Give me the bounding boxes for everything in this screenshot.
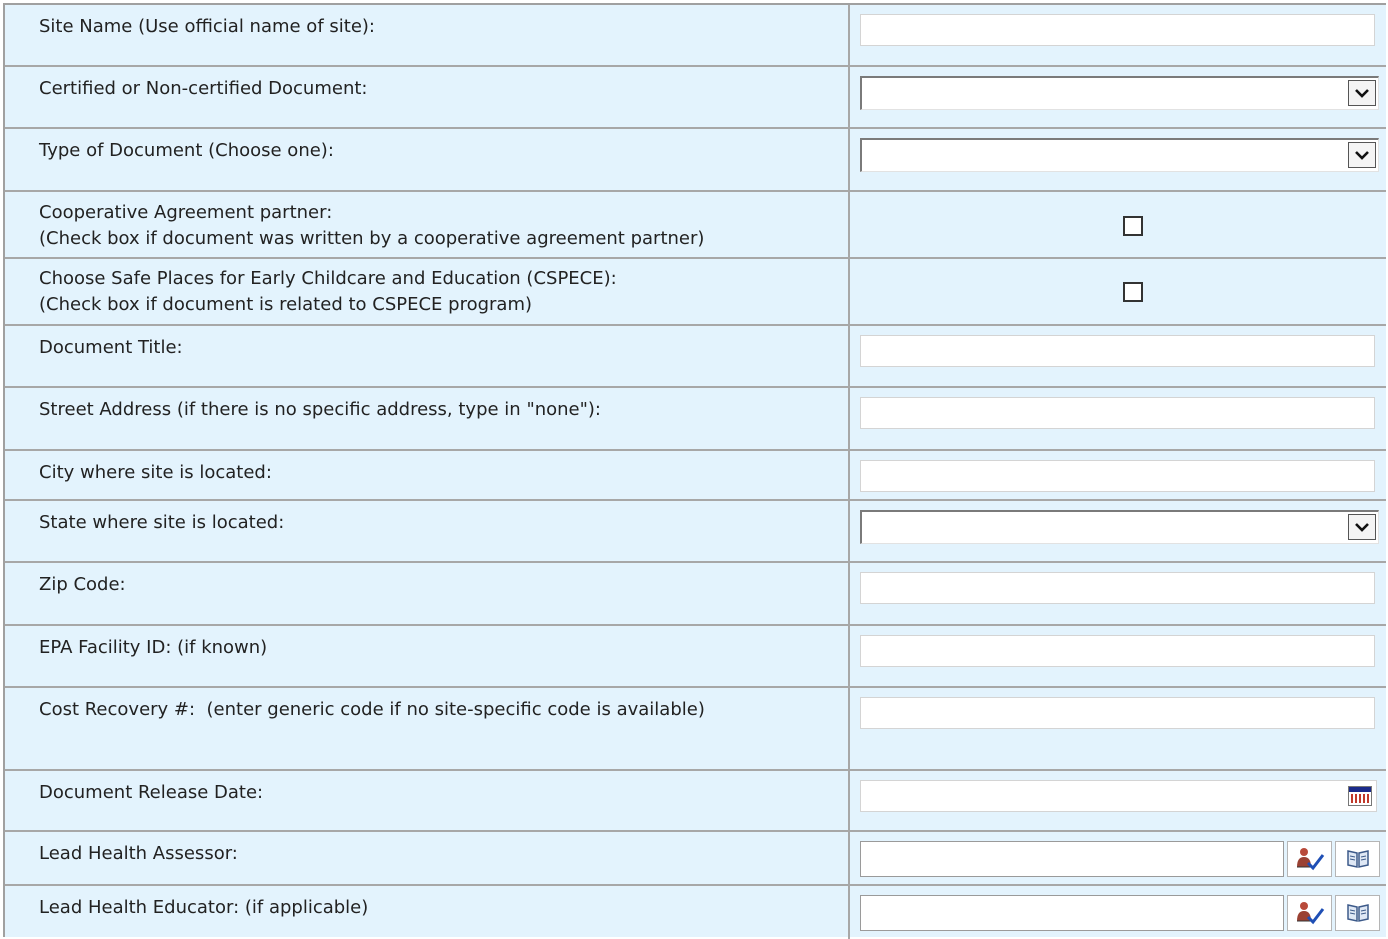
state-label: State where site is located: <box>5 501 850 561</box>
row-coop-partner: Cooperative Agreement partner: (Check bo… <box>5 192 1386 259</box>
row-cost-recovery: Cost Recovery #: (enter generic code if … <box>5 688 1386 771</box>
doc-type-select[interactable] <box>860 138 1379 172</box>
city-label: City where site is located: <box>5 451 850 499</box>
cost-recovery-input[interactable] <box>860 697 1375 729</box>
check-names-icon[interactable] <box>1287 895 1332 931</box>
chevron-down-icon[interactable] <box>1348 514 1376 540</box>
row-certified: Certified or Non-certified Document: <box>5 67 1386 129</box>
cost-recovery-label: Cost Recovery #: (enter generic code if … <box>5 688 850 769</box>
site-name-label: Site Name (Use official name of site): <box>5 5 850 65</box>
site-name-input[interactable] <box>860 14 1375 46</box>
street-input[interactable] <box>860 397 1375 429</box>
row-educator: Lead Health Educator: (if applicable) <box>5 886 1386 939</box>
state-select[interactable] <box>860 510 1379 544</box>
coop-partner-label: Cooperative Agreement partner: (Check bo… <box>5 192 850 257</box>
row-zip: Zip Code: <box>5 563 1386 626</box>
street-label: Street Address (if there is no specific … <box>5 388 850 449</box>
educator-label: Lead Health Educator: (if applicable) <box>5 886 850 939</box>
epa-id-input[interactable] <box>860 635 1375 667</box>
chevron-down-icon[interactable] <box>1348 142 1376 168</box>
cspece-checkbox[interactable] <box>1123 282 1143 302</box>
doc-title-input[interactable] <box>860 335 1375 367</box>
document-form: Site Name (Use official name of site): C… <box>3 3 1386 939</box>
assessor-label: Lead Health Assessor: <box>5 832 850 884</box>
zip-input[interactable] <box>860 572 1375 604</box>
check-names-icon[interactable] <box>1287 841 1332 877</box>
doc-title-label: Document Title: <box>5 326 850 386</box>
coop-partner-label-line1: Cooperative Agreement partner: <box>39 202 333 223</box>
certified-label: Certified or Non-certified Document: <box>5 67 850 127</box>
row-doc-type: Type of Document (Choose one): <box>5 129 1386 192</box>
release-date-label: Document Release Date: <box>5 771 850 830</box>
row-street: Street Address (if there is no specific … <box>5 388 1386 451</box>
address-book-icon[interactable] <box>1335 895 1380 931</box>
coop-partner-label-line2: (Check box if document was written by a … <box>39 228 705 249</box>
educator-input[interactable] <box>860 895 1284 931</box>
cspece-label: Choose Safe Places for Early Childcare a… <box>5 259 850 324</box>
row-doc-title: Document Title: <box>5 326 1386 388</box>
chevron-down-icon[interactable] <box>1348 80 1376 106</box>
cspece-label-line2: (Check box if document is related to CSP… <box>39 294 532 315</box>
row-state: State where site is located: <box>5 501 1386 563</box>
certified-select[interactable] <box>860 76 1379 110</box>
doc-type-label: Type of Document (Choose one): <box>5 129 850 190</box>
row-city: City where site is located: <box>5 451 1386 501</box>
row-assessor: Lead Health Assessor: <box>5 832 1386 886</box>
cspece-label-line1: Choose Safe Places for Early Childcare a… <box>39 268 617 289</box>
row-release-date: Document Release Date: <box>5 771 1386 832</box>
address-book-icon[interactable] <box>1335 841 1380 877</box>
zip-label: Zip Code: <box>5 563 850 624</box>
row-epa-id: EPA Facility ID: (if known) <box>5 626 1386 688</box>
row-cspece: Choose Safe Places for Early Childcare a… <box>5 259 1386 326</box>
calendar-icon[interactable] <box>1348 786 1372 806</box>
city-input[interactable] <box>860 460 1375 492</box>
release-date-input[interactable] <box>860 780 1377 812</box>
epa-id-label: EPA Facility ID: (if known) <box>5 626 850 686</box>
assessor-input[interactable] <box>860 841 1284 877</box>
coop-partner-checkbox[interactable] <box>1123 216 1143 236</box>
row-site-name: Site Name (Use official name of site): <box>5 5 1386 67</box>
